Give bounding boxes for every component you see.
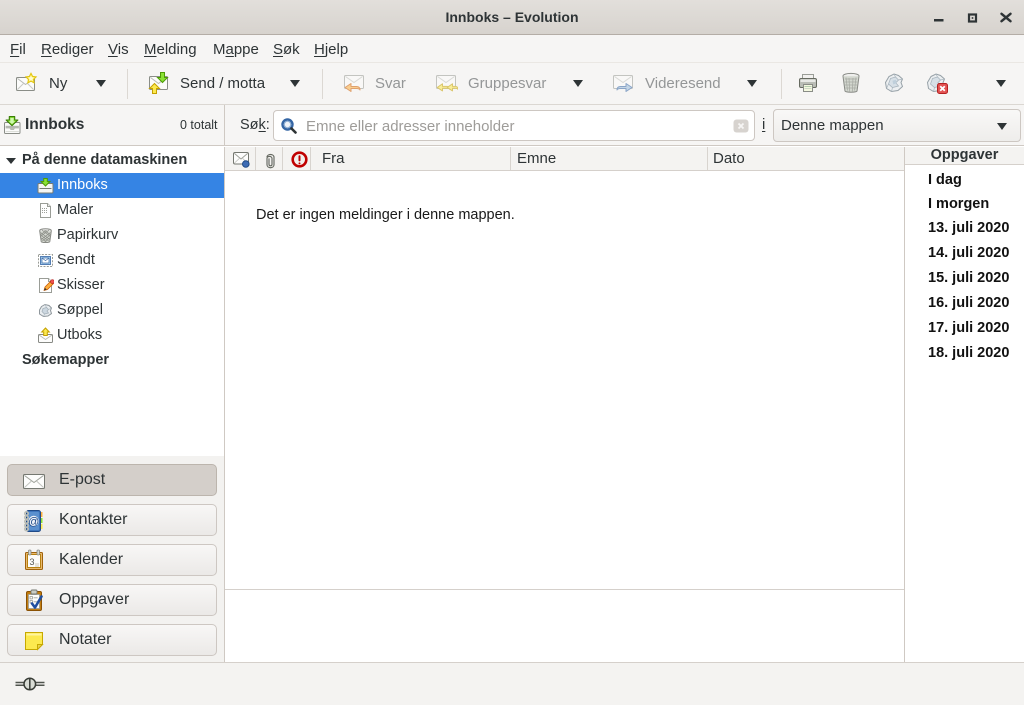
svg-text:3: 3 bbox=[29, 557, 34, 567]
svg-text:@: @ bbox=[28, 516, 39, 528]
